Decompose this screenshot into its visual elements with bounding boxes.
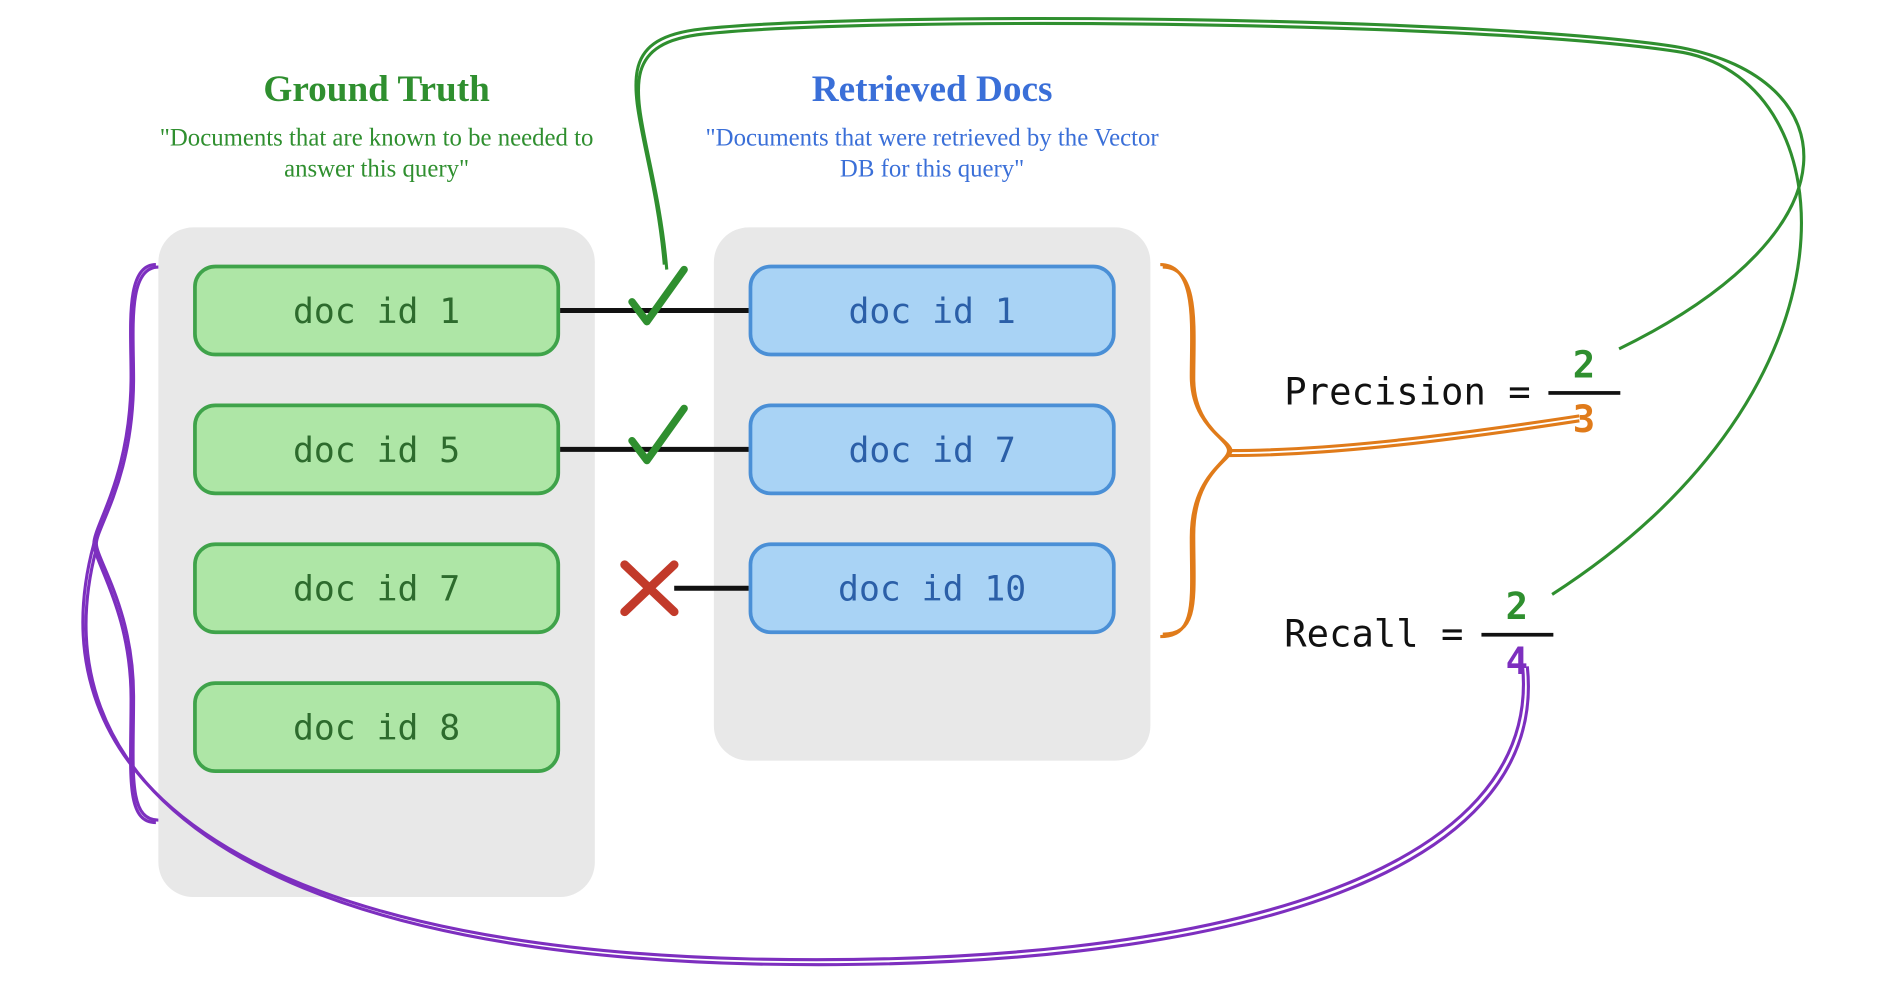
check-icon xyxy=(632,408,684,460)
recall-numerator: 2 xyxy=(1506,587,1528,628)
recall-denominator: 4 xyxy=(1506,642,1528,683)
ground-truth-panel: doc id 1 doc id 5 doc id 7 doc id 8 xyxy=(158,227,594,897)
check-icon xyxy=(632,270,684,322)
retrieved-panel: doc id 1 doc id 7 doc id 10 xyxy=(714,227,1150,760)
precision-fraction: 2 3 xyxy=(1548,345,1620,440)
fraction-bar xyxy=(1548,391,1620,395)
diagram-stage: Ground Truth "Documents that are known t… xyxy=(7,4,1887,984)
precision-numerator: 2 xyxy=(1573,345,1595,386)
retrieved-doc: doc id 1 xyxy=(749,265,1116,357)
brace-retrieved xyxy=(1160,265,1228,637)
ground-truth-doc: doc id 5 xyxy=(193,403,560,495)
ground-truth-doc: doc id 1 xyxy=(193,265,560,357)
fraction-bar xyxy=(1481,633,1553,637)
retrieved-doc: doc id 10 xyxy=(749,542,1116,634)
ground-truth-title: Ground Truth xyxy=(153,69,599,111)
retrieved-doc: doc id 7 xyxy=(749,403,1116,495)
ground-truth-doc: doc id 8 xyxy=(193,681,560,773)
precision-formula: Precision = 2 3 xyxy=(1284,345,1620,440)
ground-truth-subtitle: "Documents that are known to be needed t… xyxy=(141,123,612,185)
precision-denominator: 3 xyxy=(1573,400,1595,441)
brace-retrieved-dup xyxy=(1163,267,1231,634)
brace-ground-truth-dup xyxy=(96,267,158,820)
recall-formula: Recall = 2 4 xyxy=(1284,587,1552,682)
cross-icon xyxy=(625,565,675,612)
precision-label: Precision = xyxy=(1284,371,1530,414)
recall-fraction: 2 4 xyxy=(1481,587,1553,682)
retrieved-subtitle: "Documents that were retrieved by the Ve… xyxy=(697,123,1168,185)
retrieved-title: Retrieved Docs xyxy=(709,69,1155,111)
brace-ground-truth xyxy=(94,265,156,823)
recall-label: Recall = xyxy=(1284,613,1463,656)
ground-truth-doc: doc id 7 xyxy=(193,542,560,634)
